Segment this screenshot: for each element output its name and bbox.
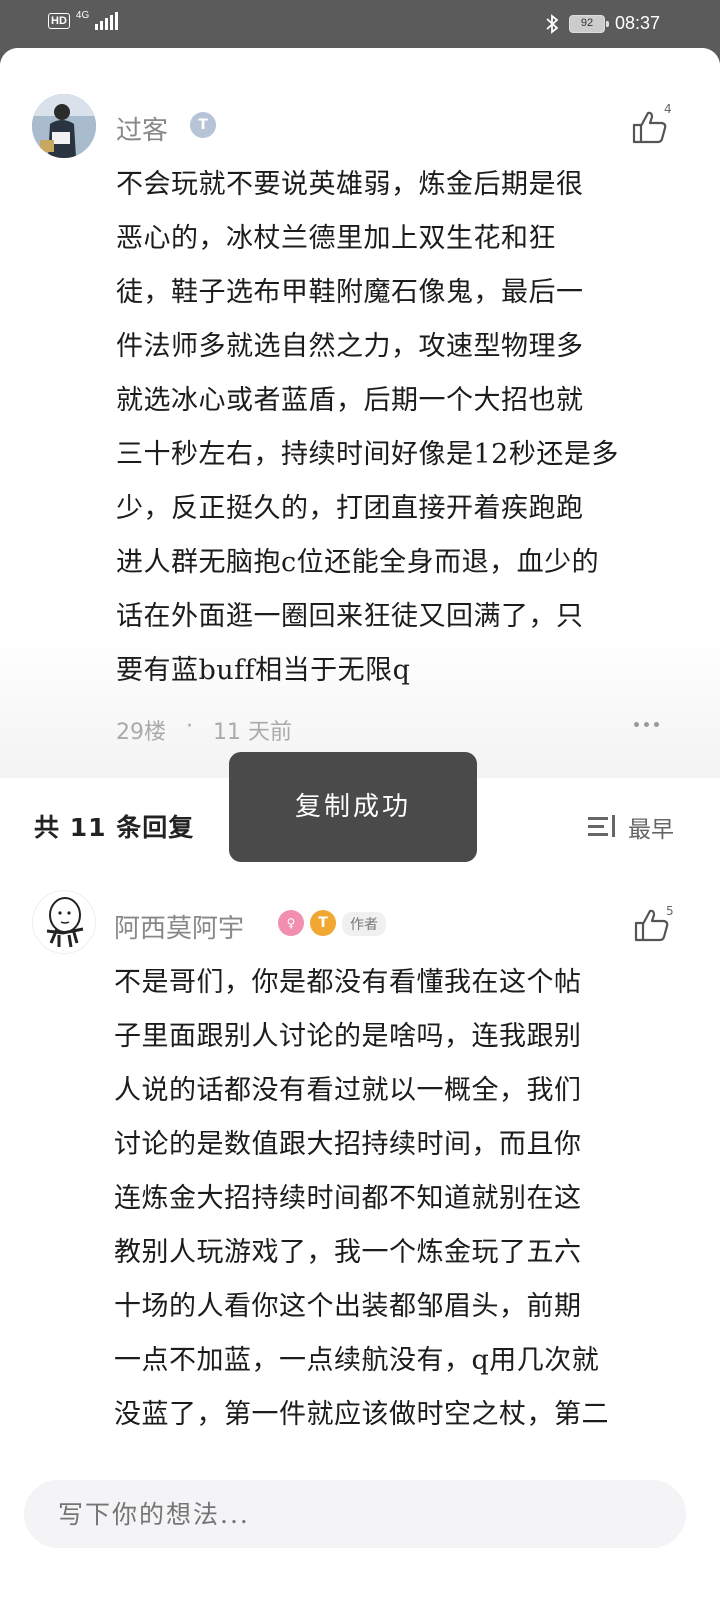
- network-type-label: 4G: [75, 10, 90, 21]
- status-right: 92 08:37: [545, 13, 660, 34]
- main-comment[interactable]: 过客 T 4 不会玩就不要说英雄弱，炼金后期是很 恶心的，冰杖兰德里加上双生花和…: [0, 48, 720, 778]
- comment-input-bar: [0, 1458, 720, 1600]
- pink-badge-icon: ♀: [278, 910, 304, 936]
- reply-count: 共 11 条回复: [34, 813, 195, 842]
- reply-username[interactable]: 阿西莫阿宇: [114, 908, 244, 945]
- author-tag: 作者: [342, 912, 386, 936]
- avatar-image-icon: [32, 94, 96, 158]
- avatar[interactable]: [32, 94, 96, 158]
- status-left: HD 4G: [48, 10, 119, 30]
- sort-button[interactable]: 最早: [588, 810, 674, 844]
- signal-icon: [95, 12, 119, 30]
- username[interactable]: 过客: [116, 110, 168, 147]
- avatar-doodle-icon: [46, 897, 84, 948]
- clock: 08:37: [614, 13, 660, 33]
- toast-copy-success: 复制成功: [229, 752, 477, 862]
- sort-icon: [588, 815, 620, 839]
- battery-icon: 92: [568, 14, 609, 33]
- reply-avatar[interactable]: [32, 890, 96, 954]
- more-options-icon[interactable]: [634, 722, 659, 727]
- comment-meta: 29楼 · 11 天前: [116, 714, 292, 746]
- level-badge: T: [190, 112, 216, 138]
- comment-sheet: 过客 T 4 不会玩就不要说英雄弱，炼金后期是很 恶心的，冰杖兰德里加上双生花和…: [0, 48, 720, 1600]
- reply-like-count: 5: [666, 904, 674, 918]
- hd-icon: HD: [48, 13, 70, 29]
- like-count: 4: [664, 102, 672, 116]
- comment-body[interactable]: 不会玩就不要说英雄弱，炼金后期是很 恶心的，冰杖兰德里加上双生花和狂 徒，鞋子选…: [116, 158, 619, 698]
- meta-separator: ·: [186, 714, 193, 739]
- reply-level-badge: T: [310, 910, 336, 936]
- status-bar: HD 4G 92 08:37: [0, 0, 720, 48]
- floor-number: 29楼: [116, 720, 166, 745]
- sort-label: 最早: [628, 817, 674, 843]
- bluetooth-icon: [546, 13, 559, 34]
- comment-input[interactable]: [24, 1480, 686, 1548]
- reply-body[interactable]: 不是哥们，你是都没有看懂我在这个帖 子里面跟别人讨论的是啥吗，连我跟别 人说的话…: [114, 956, 609, 1442]
- comment-time: 11 天前: [213, 720, 292, 745]
